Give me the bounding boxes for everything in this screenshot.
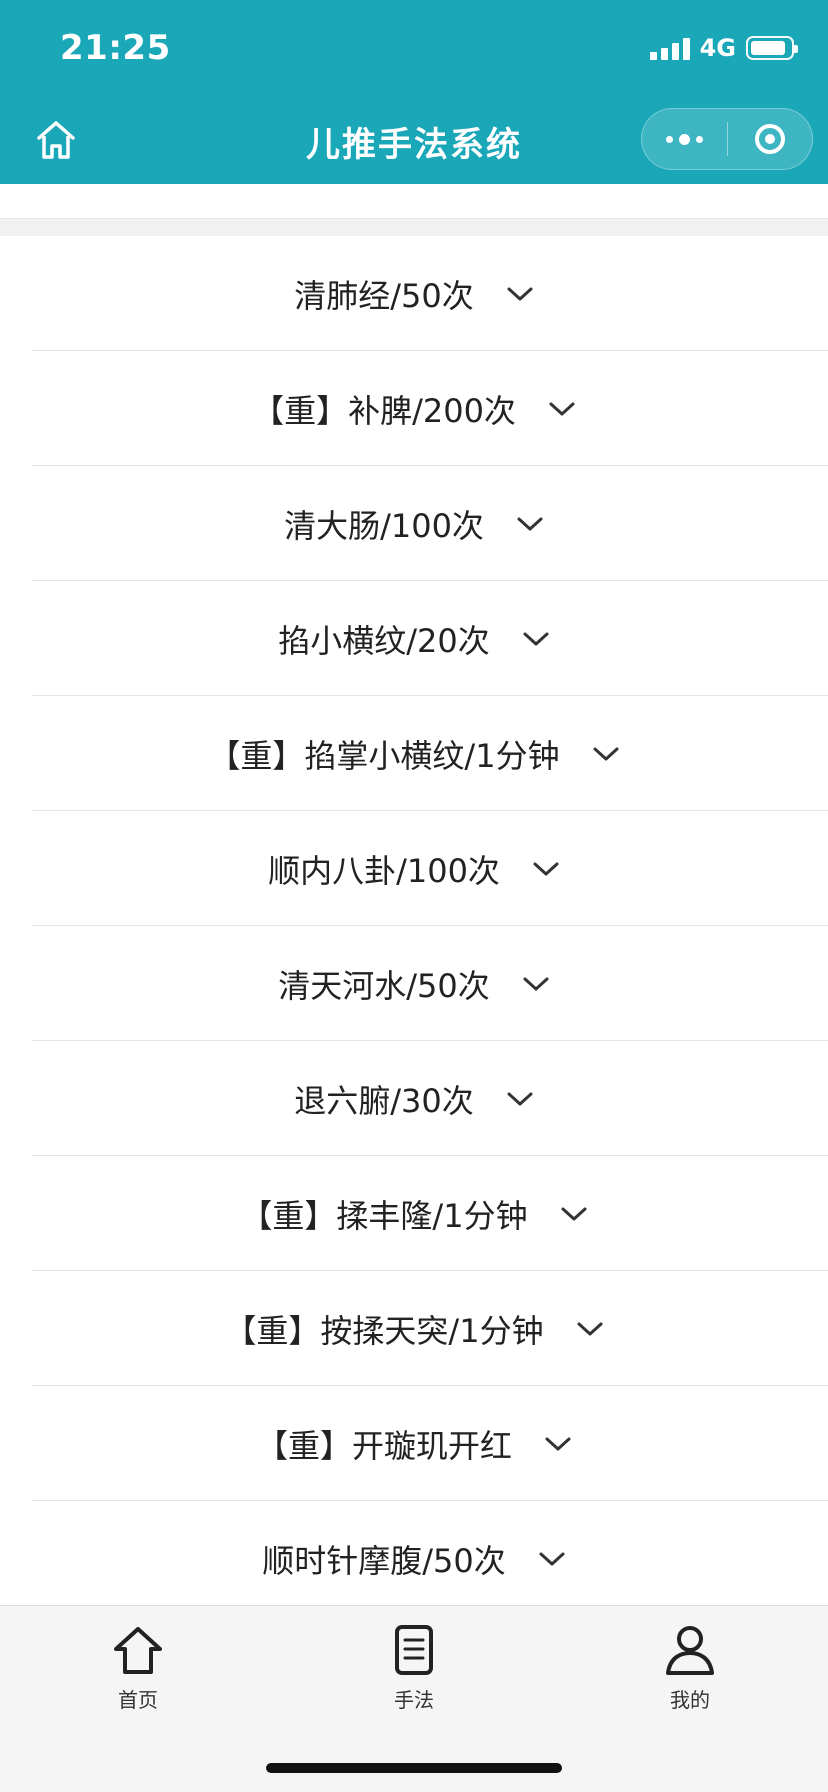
status-indicators: 4G: [649, 34, 798, 62]
chevron-down-icon: [593, 747, 619, 760]
item-label: 【重】开璇玑开红: [255, 1426, 512, 1465]
item-label: 退六腑/30次: [294, 1081, 474, 1120]
tab-label: 首页: [118, 1688, 158, 1712]
technique-list: 清肺经/50次 【重】补脾/200次 清大肠/100次 掐小横纹/20次 【重】…: [0, 236, 828, 1606]
list-item[interactable]: 顺内八卦/100次: [0, 811, 828, 926]
chevron-down-icon: [549, 402, 575, 415]
tab-method[interactable]: 手法: [344, 1624, 484, 1720]
chevron-down-icon: [533, 862, 559, 875]
item-label: 【重】揉丰隆/1分钟: [240, 1196, 528, 1235]
list-item[interactable]: 顺时针摩腹/50次: [0, 1501, 828, 1606]
list-item[interactable]: 清肺经/50次: [0, 236, 828, 351]
chevron-down-icon: [577, 1322, 603, 1335]
tab-home[interactable]: 首页: [68, 1624, 208, 1720]
section-separator: [0, 218, 828, 236]
home-icon: [114, 1627, 162, 1674]
item-label: 清肺经/50次: [294, 276, 474, 315]
chevron-down-icon: [561, 1207, 587, 1220]
tab-label: 我的: [670, 1688, 710, 1712]
chevron-down-icon: [545, 1437, 571, 1450]
chevron-down-icon: [539, 1552, 565, 1565]
chevron-down-icon: [507, 1092, 533, 1105]
list-item[interactable]: 【重】开璇玑开红: [0, 1386, 828, 1501]
item-label: 顺内八卦/100次: [268, 851, 500, 890]
network-type: 4G: [699, 34, 736, 62]
list-item[interactable]: 清大肠/100次: [0, 466, 828, 581]
target-icon: [754, 124, 785, 154]
item-label: 掐小横纹/20次: [278, 621, 490, 660]
item-label: 【重】掐掌小横纹/1分钟: [208, 736, 560, 775]
list-item[interactable]: 掐小横纹/20次: [0, 581, 828, 696]
tab-label: 手法: [394, 1688, 434, 1712]
item-label: 清大肠/100次: [284, 506, 484, 545]
battery-level: [751, 41, 785, 55]
more-dots-icon: [665, 133, 703, 145]
battery-icon: [746, 36, 798, 60]
list-item[interactable]: 【重】揉丰隆/1分钟: [0, 1156, 828, 1271]
mini-program-capsule: [641, 108, 813, 170]
tab-me[interactable]: 我的: [620, 1624, 760, 1720]
close-mini-program-button[interactable]: [728, 108, 813, 170]
home-indicator: [266, 1763, 562, 1773]
more-button[interactable]: [642, 108, 727, 170]
user-icon: [666, 1626, 714, 1675]
top-header: 21:25 4G 儿推手法系统: [0, 0, 828, 184]
item-label: 【重】补脾/200次: [252, 391, 516, 430]
chevron-down-icon: [507, 287, 533, 300]
chevron-down-icon: [517, 517, 543, 530]
list-item[interactable]: 退六腑/30次: [0, 1041, 828, 1156]
cellular-signal-icon: [649, 36, 690, 60]
list-item[interactable]: 清天河水/50次: [0, 926, 828, 1041]
chevron-down-icon: [523, 977, 549, 990]
item-label: 清天河水/50次: [278, 966, 490, 1005]
chevron-down-icon: [523, 632, 549, 645]
list-item[interactable]: 【重】补脾/200次: [0, 351, 828, 466]
status-time: 21:25: [60, 28, 171, 68]
list-item[interactable]: 【重】按揉天突/1分钟: [0, 1271, 828, 1386]
list-item[interactable]: 【重】掐掌小横纹/1分钟: [0, 696, 828, 811]
document-icon: [395, 1625, 433, 1675]
item-label: 顺时针摩腹/50次: [262, 1541, 506, 1580]
item-label: 【重】按揉天突/1分钟: [224, 1311, 544, 1350]
